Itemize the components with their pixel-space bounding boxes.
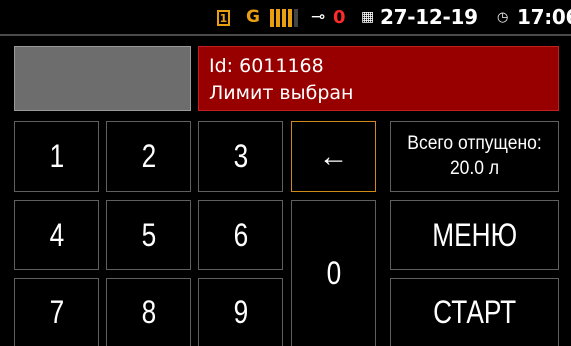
time-display: 17:06 <box>517 5 571 29</box>
signal-bars-icon <box>270 9 298 27</box>
total-dispensed: Всего отпущено: 20.0 л <box>390 121 559 192</box>
input-display <box>14 46 191 111</box>
message-panel: Id: 6011168 Лимит выбран <box>198 46 559 111</box>
key-label: 9 <box>233 294 248 330</box>
backspace-button[interactable]: ← <box>291 121 376 192</box>
start-button[interactable]: СТАРТ <box>390 278 559 346</box>
calendar-icon: ▦ <box>361 9 375 25</box>
key-label: 6 <box>233 216 248 253</box>
key-label: 7 <box>49 294 64 330</box>
signal-bar <box>270 9 274 27</box>
key-9[interactable]: 9 <box>198 278 283 346</box>
key-label: 3 <box>233 138 248 174</box>
key-4[interactable]: 4 <box>14 200 99 270</box>
key-3[interactable]: 3 <box>198 121 283 192</box>
key-label: 4 <box>49 216 64 253</box>
key-8[interactable]: 8 <box>106 278 191 346</box>
clock-icon: ◷ <box>497 9 509 25</box>
key-label: 5 <box>141 216 156 253</box>
key-label: 8 <box>141 294 156 330</box>
key-label: 0 <box>326 255 341 291</box>
pump-icon: ⊸ <box>311 7 326 27</box>
key-label: 2 <box>141 138 156 174</box>
sim-card-icon: 1 <box>217 10 230 26</box>
total-label: Всего отпущено: <box>407 133 542 154</box>
message-status: Лимит выбран <box>209 82 354 104</box>
total-value: 20.0 л <box>449 158 500 179</box>
menu-label: МЕНЮ <box>432 216 517 253</box>
key-6[interactable]: 6 <box>198 200 283 270</box>
pump-count: 0 <box>333 6 346 28</box>
signal-bar <box>276 9 280 27</box>
date-display: 27-12-19 <box>380 5 478 29</box>
key-5[interactable]: 5 <box>106 200 191 270</box>
signal-bar <box>288 9 292 27</box>
key-0[interactable]: 0 <box>291 200 376 346</box>
key-2[interactable]: 2 <box>106 121 191 192</box>
network-type: G <box>246 7 260 27</box>
status-bar: 1 G ⊸ 0 ▦ 27-12-19 ◷ 17:06 <box>0 0 571 36</box>
message-id: Id: 6011168 <box>209 55 324 77</box>
key-7[interactable]: 7 <box>14 278 99 346</box>
signal-bar <box>282 9 286 27</box>
start-label: СТАРТ <box>432 294 517 330</box>
arrow-left-icon: ← <box>318 139 349 173</box>
key-1[interactable]: 1 <box>14 121 99 192</box>
key-label: 1 <box>49 138 64 174</box>
signal-bar <box>294 9 298 27</box>
menu-button[interactable]: МЕНЮ <box>390 200 559 270</box>
